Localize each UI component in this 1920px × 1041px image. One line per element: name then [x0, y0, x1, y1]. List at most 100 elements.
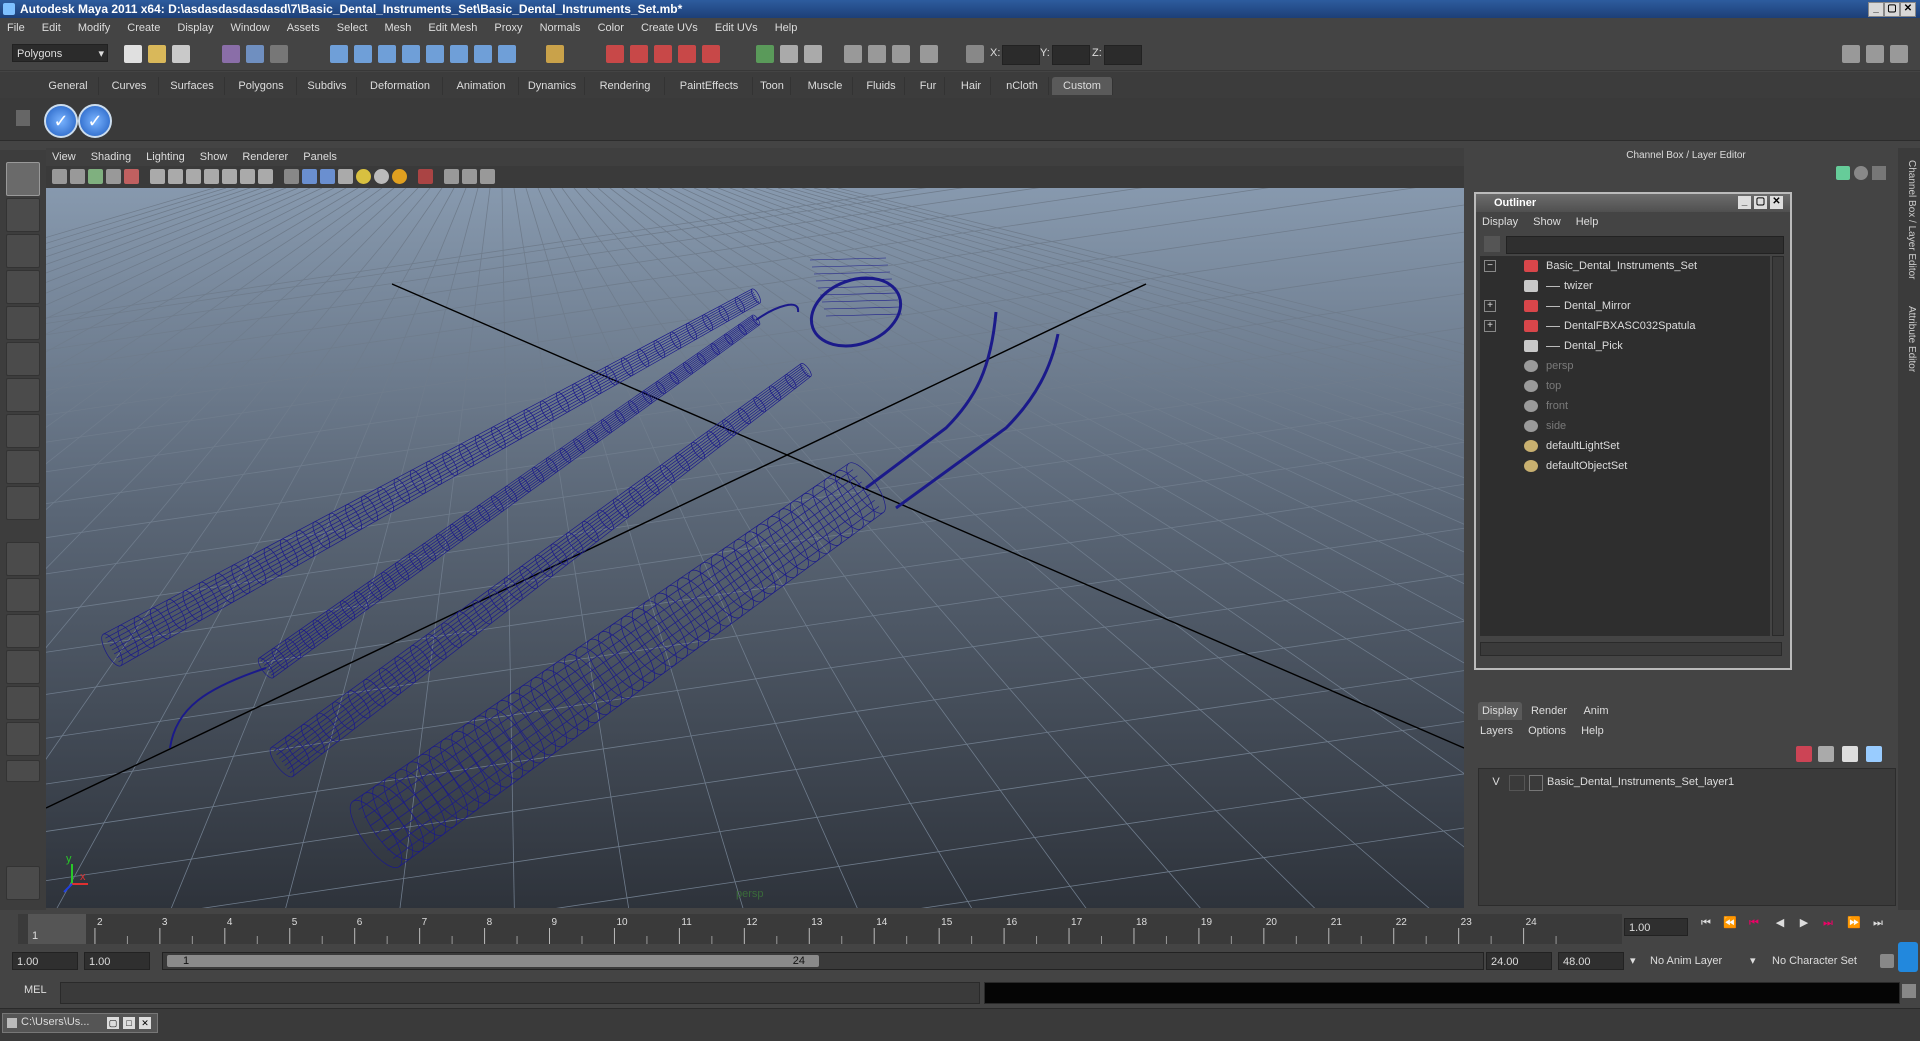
menu-window[interactable]: Window: [224, 18, 277, 38]
render-current-icon[interactable]: [606, 45, 624, 63]
command-language-label[interactable]: MEL: [24, 984, 47, 996]
brush-icon[interactable]: [1872, 166, 1886, 180]
xray-components-icon[interactable]: [480, 169, 495, 184]
auto-key-icon[interactable]: [1880, 954, 1894, 968]
toggle-attribute-editor-icon[interactable]: [1842, 45, 1860, 63]
menu-select[interactable]: Select: [330, 18, 375, 38]
animation-start-field[interactable]: 1.00: [12, 952, 78, 970]
persp-hypershade-layout-icon[interactable]: [6, 686, 40, 720]
input-ops-icon[interactable]: [450, 45, 468, 63]
anim-layer-dropdown[interactable]: No Anim Layer: [1646, 952, 1746, 970]
field-chart-icon[interactable]: [222, 169, 237, 184]
new-empty-layer-icon[interactable]: [1842, 746, 1858, 762]
minimize-icon[interactable]: _: [1868, 2, 1884, 17]
shelf-menu-icon[interactable]: [16, 110, 30, 126]
toggle-channel-box-icon[interactable]: [1890, 45, 1908, 63]
persp-outliner-layout-icon[interactable]: [6, 614, 40, 648]
menu-display[interactable]: Display: [170, 18, 220, 38]
menu-proxy[interactable]: Proxy: [487, 18, 529, 38]
absolute-transform-icon[interactable]: [804, 45, 822, 63]
gate-mask-icon[interactable]: [204, 169, 219, 184]
outliner-item[interactable]: + DentalFBXASC032Spatula: [1480, 316, 1770, 336]
close-icon[interactable]: ✕: [139, 1017, 151, 1029]
chevron-down-icon[interactable]: ▾: [1630, 954, 1636, 967]
shelf-tab-curves[interactable]: Curves: [100, 77, 159, 95]
step-back-frame-icon[interactable]: ⏪: [1722, 916, 1738, 930]
menu-help[interactable]: Help: [768, 18, 805, 38]
menu-create-uvs[interactable]: Create UVs: [634, 18, 705, 38]
layer-template-toggle[interactable]: [1509, 775, 1525, 791]
shadows-icon[interactable]: [374, 169, 389, 184]
heads-up-toggle-icon[interactable]: [6, 866, 40, 900]
menu-set-dropdown[interactable]: Polygons ▾: [12, 44, 108, 62]
move-tool-icon[interactable]: [966, 45, 984, 63]
viewport-menu-shading[interactable]: Shading: [85, 148, 137, 166]
outliner-search-input[interactable]: [1506, 236, 1784, 254]
camera-select-icon[interactable]: [52, 169, 67, 184]
shelf-tab-general[interactable]: General: [38, 77, 99, 95]
smooth-shading-icon[interactable]: [302, 169, 317, 184]
isolate-select-icon[interactable]: [418, 169, 433, 184]
menu-modify[interactable]: Modify: [71, 18, 117, 38]
minimized-window[interactable]: C:\Users\Us... ▢ □ ✕: [2, 1013, 158, 1033]
use-all-lights-icon[interactable]: [356, 169, 371, 184]
shelf-tab-dynamics[interactable]: Dynamics: [520, 77, 585, 95]
2d-pan-zoom-icon[interactable]: [124, 169, 139, 184]
time-slider[interactable]: 123456789101112131415161718192021222324 …: [0, 910, 1920, 948]
outliner-item[interactable]: front: [1480, 396, 1770, 416]
xray-icon[interactable]: [444, 169, 459, 184]
shelf-tab-fur[interactable]: Fur: [912, 77, 945, 95]
new-layer-selected-icon[interactable]: [1866, 746, 1882, 762]
x-field[interactable]: [1002, 45, 1040, 65]
select-hierarchy-icon[interactable]: [222, 45, 240, 63]
scale-tool-icon[interactable]: [6, 342, 40, 376]
layer-visibility-toggle[interactable]: V: [1489, 773, 1503, 791]
single-perspective-layout-icon[interactable]: [6, 542, 40, 576]
high-quality-icon[interactable]: [392, 169, 407, 184]
preferences-icon[interactable]: [1898, 942, 1918, 972]
playback-end-field[interactable]: 24.00: [1486, 952, 1552, 970]
script-editor-icon[interactable]: [1902, 984, 1916, 998]
persp-graph-layout-icon[interactable]: [6, 650, 40, 684]
step-forward-frame-icon[interactable]: ⏩: [1846, 916, 1862, 930]
custom-shelf-button-1[interactable]: ✓: [44, 104, 78, 138]
playback-start-field[interactable]: 1.00: [84, 952, 150, 970]
outliner-item[interactable]: Dental_Pick: [1480, 336, 1770, 356]
bookmark-icon[interactable]: [88, 169, 103, 184]
restore-icon[interactable]: ▢: [107, 1017, 119, 1029]
safe-title-icon[interactable]: [258, 169, 273, 184]
shelf-tab-surfaces[interactable]: Surfaces: [160, 77, 225, 95]
universal-manip-icon[interactable]: [6, 378, 40, 412]
play-backwards-icon[interactable]: ◀: [1772, 916, 1788, 930]
layer-tab-display[interactable]: Display: [1478, 702, 1522, 720]
render-view-icon[interactable]: [702, 45, 720, 63]
wireframe-shading-icon[interactable]: [284, 169, 299, 184]
layout-options-icon[interactable]: [6, 760, 40, 782]
four-view-layout-icon[interactable]: [6, 578, 40, 612]
maximize-icon[interactable]: □: [123, 1017, 135, 1029]
menu-edit-mesh[interactable]: Edit Mesh: [421, 18, 484, 38]
lock-attribute-icon[interactable]: [1836, 166, 1850, 180]
close-icon[interactable]: ✕: [1900, 2, 1916, 17]
camera-attributes-icon[interactable]: [70, 169, 85, 184]
outliner-item[interactable]: persp: [1480, 356, 1770, 376]
rename-icon[interactable]: [780, 45, 798, 63]
expand-icon[interactable]: +: [1484, 320, 1496, 332]
resolution-gate-icon[interactable]: [186, 169, 201, 184]
outliner-vertical-scrollbar[interactable]: [1772, 256, 1784, 636]
step-back-key-icon[interactable]: ⏮: [1746, 916, 1762, 930]
outliner-menu-show[interactable]: Show: [1527, 212, 1567, 232]
show-manip-icon[interactable]: [6, 450, 40, 484]
move-layer-up-icon[interactable]: [1796, 746, 1812, 762]
menu-create[interactable]: Create: [120, 18, 167, 38]
layer-menu-layers[interactable]: Layers: [1474, 722, 1519, 740]
command-input[interactable]: [60, 982, 980, 1004]
render-settings-icon[interactable]: [654, 45, 672, 63]
viewport-menu-view[interactable]: View: [46, 148, 82, 166]
layer-menu-options[interactable]: Options: [1522, 722, 1572, 740]
menu-edit[interactable]: Edit: [35, 18, 68, 38]
shelf-tab-ncloth[interactable]: nCloth: [996, 77, 1049, 95]
construction-history-icon[interactable]: [498, 45, 516, 63]
menu-assets[interactable]: Assets: [280, 18, 327, 38]
grid-toggle-icon[interactable]: [150, 169, 165, 184]
